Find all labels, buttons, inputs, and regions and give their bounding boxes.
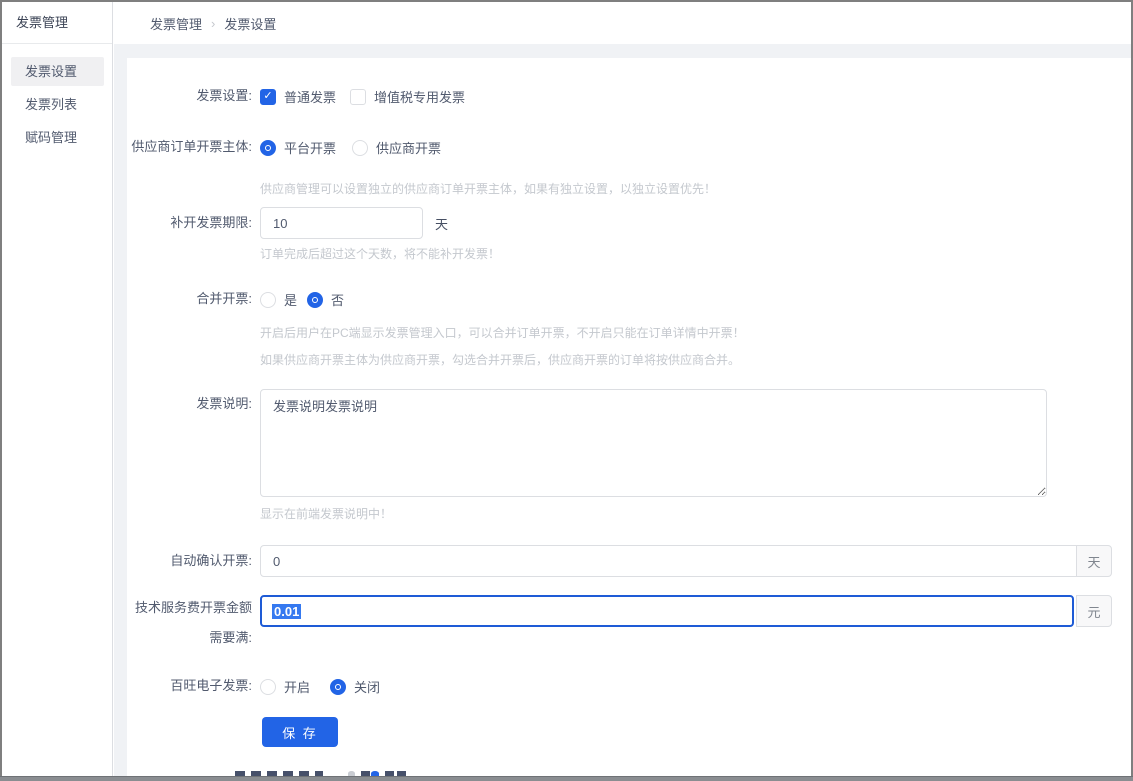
tech-fee-control: 0.01 元 (260, 595, 1112, 627)
invoice-note-help: 显示在前端发票说明中！ (260, 505, 392, 522)
radio-baiwang-off[interactable]: 关闭 (330, 677, 380, 696)
checkbox-label: 增值税专用发票 (374, 87, 465, 106)
auto-confirm-input[interactable] (260, 545, 1077, 577)
settings-form-card: 发票设置: ✓ 普通发票 ✓ 增值税专用发票 供应商订单开票主体: (127, 58, 1131, 776)
radio-label: 是 (284, 290, 297, 309)
main-content-background: 发票设置: ✓ 普通发票 ✓ 增值税专用发票 供应商订单开票主体: (114, 44, 1131, 776)
radio-label: 开启 (284, 677, 310, 696)
merge-invoice-options: 是 否 (260, 290, 344, 309)
tech-fee-selected-value: 0.01 (272, 604, 301, 619)
radio-icon[interactable] (260, 140, 276, 156)
reissue-period-help: 订单完成后超过这个天数，将不能补开发票！ (260, 245, 500, 262)
radio-supplier-invoicing[interactable]: 供应商开票 (352, 138, 441, 157)
app-window: 发票管理 发票设置 发票列表 赋码管理 发票管理 › 发票设置 发票设置: ✓ … (0, 0, 1133, 781)
radio-merge-no[interactable]: 否 (307, 290, 344, 309)
breadcrumb: 发票管理 › 发票设置 (150, 14, 276, 33)
radio-icon[interactable] (260, 292, 276, 308)
merge-invoice-help-2: 如果供应商开票主体为供应商开票，勾选合并开票后，供应商开票的订单将按供应商合并。 (260, 351, 740, 368)
invoice-note-label: 发票说明: (127, 395, 252, 413)
invoice-type-label: 发票设置: (127, 87, 252, 105)
chevron-right-icon: › (211, 16, 215, 31)
invoice-type-options: ✓ 普通发票 ✓ 增值税专用发票 (260, 87, 465, 106)
radio-icon[interactable] (352, 140, 368, 156)
radio-icon[interactable] (307, 292, 323, 308)
reissue-period-unit: 天 (435, 214, 448, 233)
reissue-period-input[interactable] (260, 207, 423, 239)
auto-confirm-label: 自动确认开票: (127, 545, 252, 577)
sidebar-item-invoice-list[interactable]: 发票列表 (11, 90, 104, 119)
supplier-subject-row: 供应商订单开票主体: 平台开票 供应商开票 供应商管理可以设置独立的供应商订单开… (127, 138, 1131, 156)
checkbox-label: 普通发票 (284, 87, 336, 106)
merge-invoice-help-1: 开启后用户在PC端显示发票管理入口，可以合并订单开票，不开启只能在订单详情中开票… (260, 324, 745, 341)
sidebar-item-invoice-settings[interactable]: 发票设置 (11, 57, 104, 86)
radio-label: 否 (331, 290, 344, 309)
radio-label: 平台开票 (284, 138, 336, 157)
checkbox-vat-special-invoice[interactable]: ✓ 增值税专用发票 (350, 87, 465, 106)
supplier-subject-options: 平台开票 供应商开票 (260, 138, 441, 157)
radio-label: 供应商开票 (376, 138, 441, 157)
radio-icon[interactable] (260, 679, 276, 695)
auto-confirm-row: 自动确认开票: 天 (127, 545, 1131, 577)
invoice-note-textarea[interactable]: 发票说明发票说明 (260, 389, 1047, 497)
tech-fee-row: 技术服务费开票金额需要满: 0.01 元 (127, 595, 1131, 627)
invoice-type-row: 发票设置: ✓ 普通发票 ✓ 增值税专用发票 (127, 87, 1131, 105)
baiwang-label: 百旺电子发票: (127, 677, 252, 695)
auto-confirm-control: 天 (260, 545, 1112, 577)
radio-icon[interactable] (330, 679, 346, 695)
reissue-period-control: 天 (260, 207, 448, 239)
reissue-period-label: 补开发票期限: (127, 207, 252, 239)
merge-invoice-row: 合并开票: 是 否 开启后用户在PC端显示发票管理入口，可以合并订单开票，不开启… (127, 290, 1131, 308)
sidebar-title: 发票管理 (2, 2, 112, 44)
save-button[interactable]: 保 存 (262, 717, 338, 747)
baiwang-options: 开启 关闭 (260, 677, 380, 696)
breadcrumb-invoice-management[interactable]: 发票管理 (150, 14, 202, 33)
supplier-subject-help: 供应商管理可以设置独立的供应商订单开票主体，如果有独立设置，以独立设置优先！ (260, 180, 716, 197)
checkbox-normal-invoice[interactable]: ✓ 普通发票 (260, 87, 336, 106)
sidebar-menu: 发票设置 发票列表 赋码管理 (2, 44, 112, 152)
radio-platform-invoicing[interactable]: 平台开票 (260, 138, 336, 157)
baiwang-row: 百旺电子发票: 开启 关闭 (127, 677, 1131, 695)
checkbox-icon[interactable]: ✓ (350, 89, 366, 105)
radio-baiwang-on[interactable]: 开启 (260, 677, 310, 696)
supplier-subject-label: 供应商订单开票主体: (127, 138, 252, 156)
breadcrumb-invoice-settings: 发票设置 (224, 14, 276, 33)
check-icon: ✓ (263, 91, 272, 102)
sidebar: 发票管理 发票设置 发票列表 赋码管理 (2, 2, 113, 781)
auto-confirm-unit-addon: 天 (1076, 545, 1112, 577)
tech-fee-label: 技术服务费开票金额需要满: (127, 593, 252, 653)
invoice-note-row: 发票说明: 发票说明发票说明 显示在前端发票说明中！ (127, 389, 1131, 499)
checkbox-icon[interactable]: ✓ (260, 89, 276, 105)
radio-label: 关闭 (354, 677, 380, 696)
topbar: 发票管理 › 发票设置 (114, 2, 1131, 44)
merge-invoice-label: 合并开票: (127, 290, 252, 308)
tech-fee-input[interactable]: 0.01 (260, 595, 1074, 627)
invoice-note-control: 发票说明发票说明 (260, 389, 1047, 497)
radio-merge-yes[interactable]: 是 (260, 290, 297, 309)
tech-fee-unit-addon: 元 (1076, 595, 1112, 627)
sidebar-item-code-management[interactable]: 赋码管理 (11, 123, 104, 152)
reissue-period-row: 补开发票期限: 天 订单完成后超过这个天数，将不能补开发票！ (127, 207, 1131, 239)
horizontal-scrollbar[interactable] (0, 776, 1133, 781)
